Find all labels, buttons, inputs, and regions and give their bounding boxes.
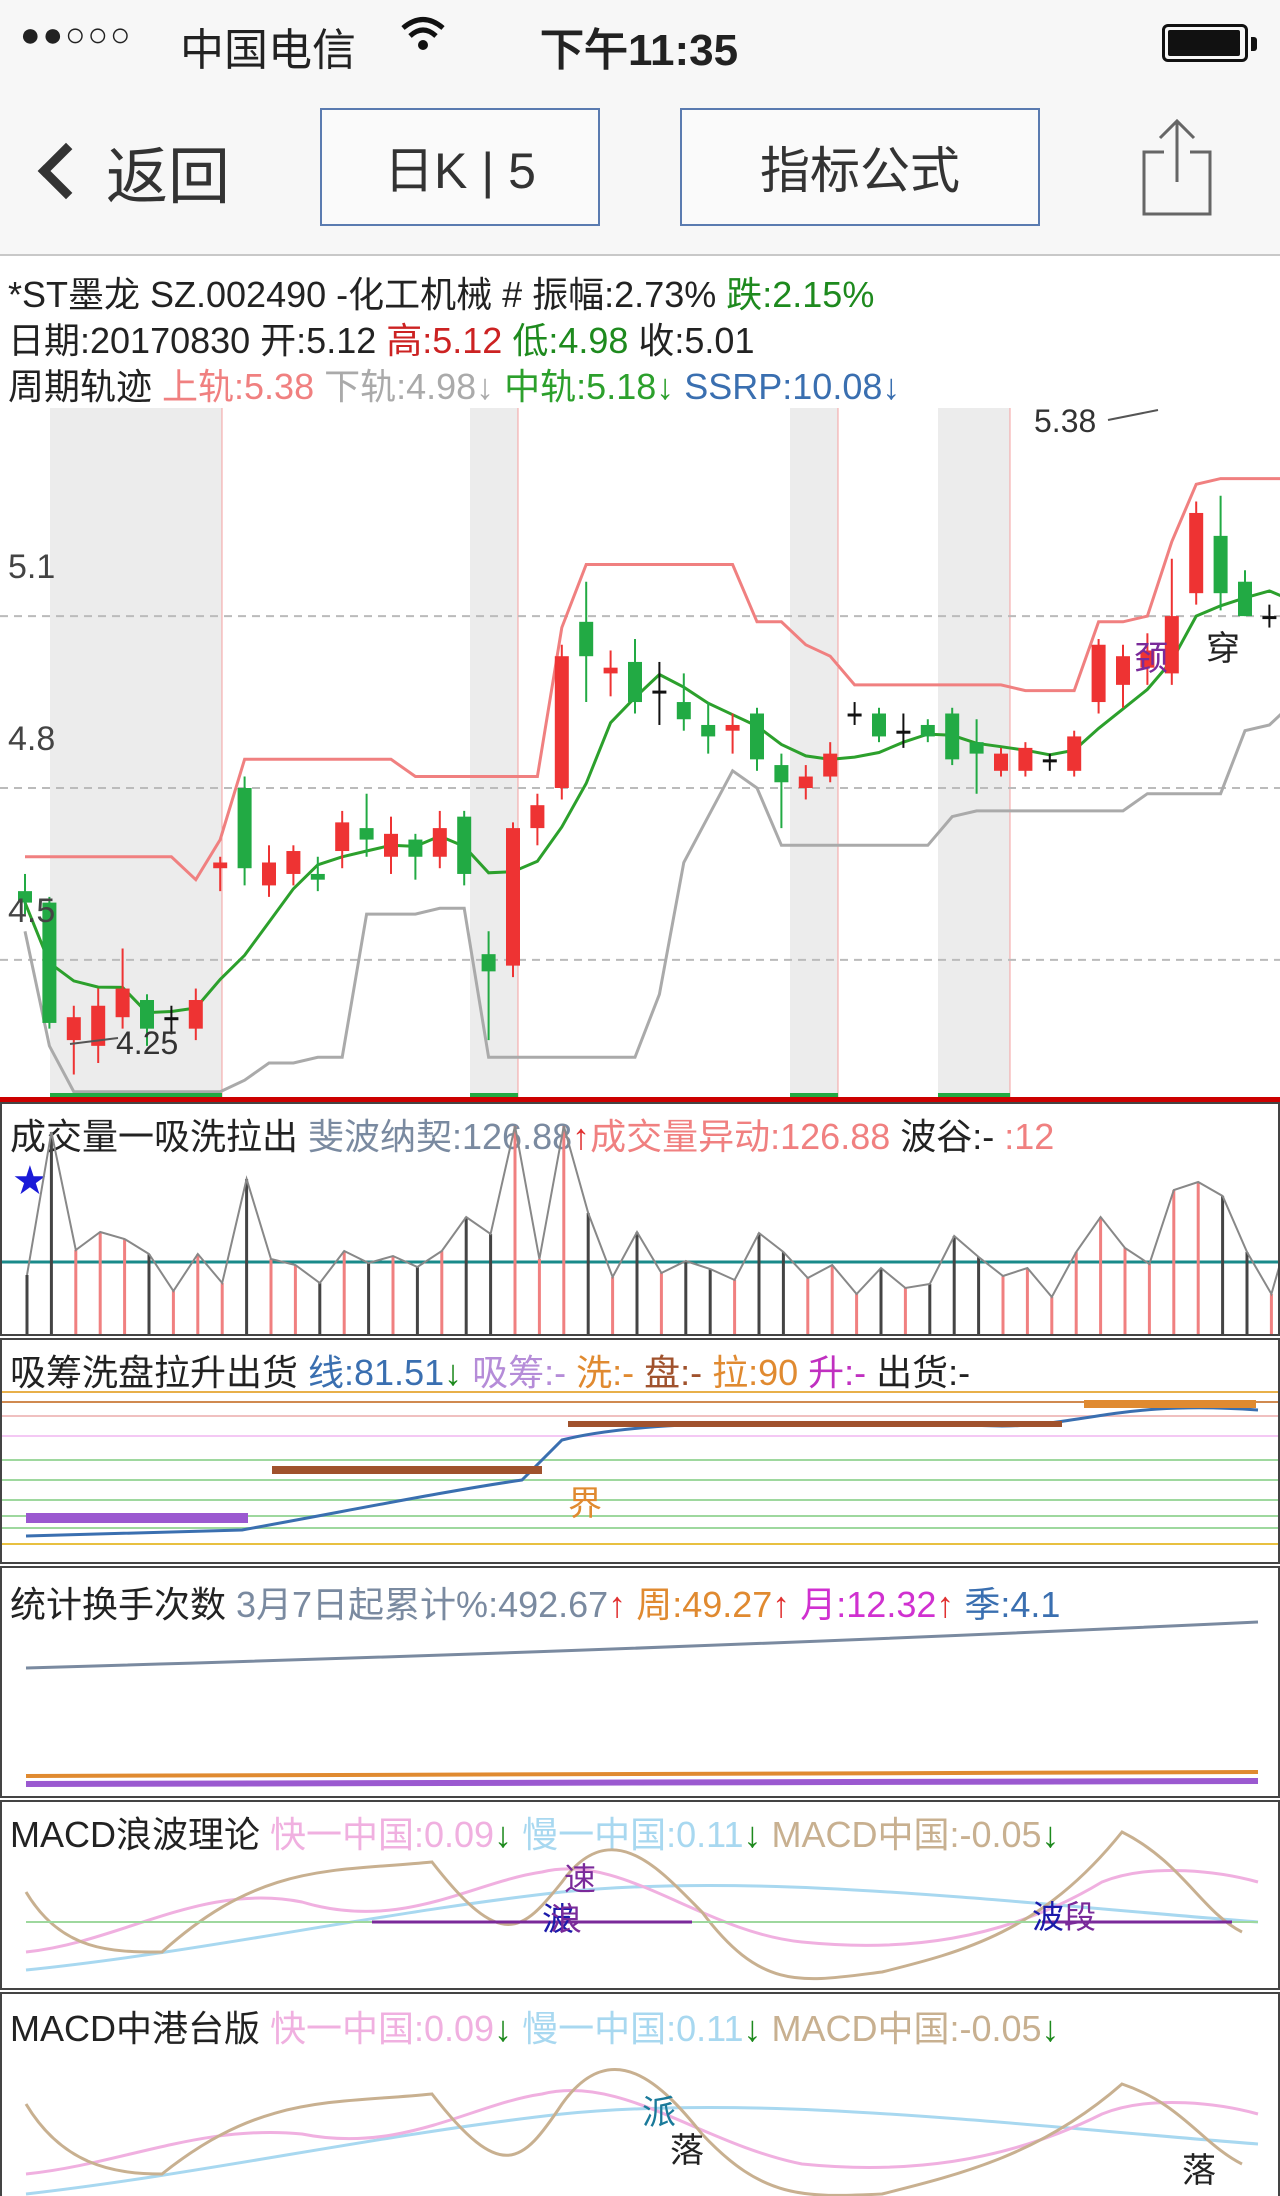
wave-mark: 速 xyxy=(564,1861,596,1897)
candle-body xyxy=(1067,736,1082,771)
candle-body xyxy=(1262,616,1277,620)
candle-body xyxy=(384,833,398,857)
candle-body xyxy=(262,862,276,886)
kline-panel[interactable]: *ST墨龙 SZ.002490 -化工机械 # 振幅:2.73% 跌:2.15%… xyxy=(0,258,1280,1100)
candle-body xyxy=(310,873,325,880)
candle-body xyxy=(164,1017,179,1021)
candle-body xyxy=(920,724,935,737)
candle-body xyxy=(701,724,716,737)
candle-body xyxy=(1018,747,1033,771)
back-label: 返回 xyxy=(106,143,231,212)
formula-button[interactable]: 指标公式 xyxy=(680,108,1040,226)
chip-chart xyxy=(2,1391,1278,1545)
candle-body xyxy=(1238,581,1252,617)
nav-bar: 返回 日K | 5 指标公式 xyxy=(0,86,1280,256)
candle-body xyxy=(823,753,838,777)
chip-panel[interactable]: 吸筹洗盘拉升出货 线:81.51↓ 吸筹:- 洗:- 盘:- 拉:90 升:- … xyxy=(0,1338,1280,1564)
wave-mark: 落 xyxy=(670,2132,704,2170)
candle-body xyxy=(945,713,960,760)
candle-body xyxy=(994,753,1008,771)
candle-body xyxy=(432,828,447,857)
candle-body xyxy=(628,661,642,703)
candle-body xyxy=(554,656,569,788)
battery-icon xyxy=(1162,24,1257,62)
candle-body xyxy=(872,713,886,737)
pattern-mark: 颈 xyxy=(1134,640,1168,678)
turnover-chart xyxy=(25,1620,1259,1787)
candle-body xyxy=(286,851,301,874)
candle-body xyxy=(1213,535,1228,594)
back-button[interactable]: 返回 xyxy=(28,126,230,216)
candle-body xyxy=(652,690,667,694)
price-tick: 4.5 xyxy=(8,892,55,930)
signal-indicator: ●●○○○ xyxy=(20,16,133,54)
low-price-label: 4.25 xyxy=(116,1025,178,1061)
candle-body xyxy=(359,828,374,840)
candle-body xyxy=(457,816,472,874)
candle-body xyxy=(408,839,423,857)
candle-body xyxy=(506,828,520,966)
candle-body xyxy=(896,730,911,734)
candle-body xyxy=(1091,644,1106,703)
macd-wave-panel[interactable]: MACD浪波理论 快一中国:0.09↓ 慢一中国:0.11↓ MACD中国:-0… xyxy=(0,1800,1280,1990)
clock: 下午11:35 xyxy=(540,26,739,75)
macd-wave-chart: 速 波 浪 波 段 xyxy=(24,1830,1259,1981)
candle-body xyxy=(1189,512,1204,594)
candle-body xyxy=(66,1017,81,1041)
candle-body xyxy=(530,805,545,829)
macd-hk-panel[interactable]: MACD中港台版 快一中国:0.09↓ 慢一中国:0.11↓ MACD中国:-0… xyxy=(0,1992,1280,2196)
candle-body xyxy=(213,862,228,869)
candle-body xyxy=(750,713,764,760)
wave-mark: 波 xyxy=(1032,1899,1064,1935)
candle-body xyxy=(774,765,789,783)
candle-body xyxy=(798,776,813,788)
candle-body xyxy=(115,988,130,1018)
macd-hk-chart: 派 落 落 xyxy=(24,2068,1259,2196)
volume-envelope xyxy=(26,1125,1278,1299)
candle-body xyxy=(969,742,984,754)
chevron-left-icon xyxy=(37,142,95,200)
carrier-label: 中国电信 xyxy=(180,26,356,75)
wave-mark: 段 xyxy=(1064,1899,1096,1935)
boundary-mark: 界 xyxy=(568,1485,602,1523)
turnover-panel[interactable]: 统计换手次数 3月7日起累计%:492.67↑ 周:49.27↑ 月:12.32… xyxy=(0,1566,1280,1798)
candle-body xyxy=(1116,656,1130,685)
volume-panel[interactable]: 成交量一吸洗拉出 斐波纳契:126.88↑成交量异动:126.88 波谷:- :… xyxy=(0,1102,1280,1336)
candle-body xyxy=(676,702,691,720)
status-bar: ●●○○○ 中国电信 下午11:35 xyxy=(0,0,1280,86)
candle-body xyxy=(579,621,594,657)
share-button[interactable] xyxy=(1138,116,1216,220)
candle-body xyxy=(481,954,496,972)
wave-mark: 浪 xyxy=(550,1901,582,1937)
share-icon xyxy=(1142,118,1212,216)
candle-body xyxy=(237,788,252,869)
candle-body xyxy=(335,822,350,852)
wave-mark: 落 xyxy=(1182,2152,1216,2190)
candle-body xyxy=(188,1000,203,1029)
price-tick: 4.8 xyxy=(8,720,55,758)
wave-mark: 派 xyxy=(642,2094,676,2132)
price-tick: 5.1 xyxy=(8,548,55,586)
candle-body xyxy=(603,667,618,674)
candle-body xyxy=(1042,759,1057,763)
wifi-icon xyxy=(400,14,446,64)
high-price-label: 5.38 xyxy=(1034,403,1096,439)
volume-chart xyxy=(2,1125,1278,1334)
candle-body xyxy=(847,713,862,717)
pattern-mark: 穿 xyxy=(1206,630,1240,668)
period-button[interactable]: 日K | 5 xyxy=(320,108,600,226)
kline-chart[interactable]: 5.1 4.8 4.5 5.38 4.25 颈 穿 xyxy=(0,258,1280,1100)
candle-body xyxy=(725,724,740,731)
